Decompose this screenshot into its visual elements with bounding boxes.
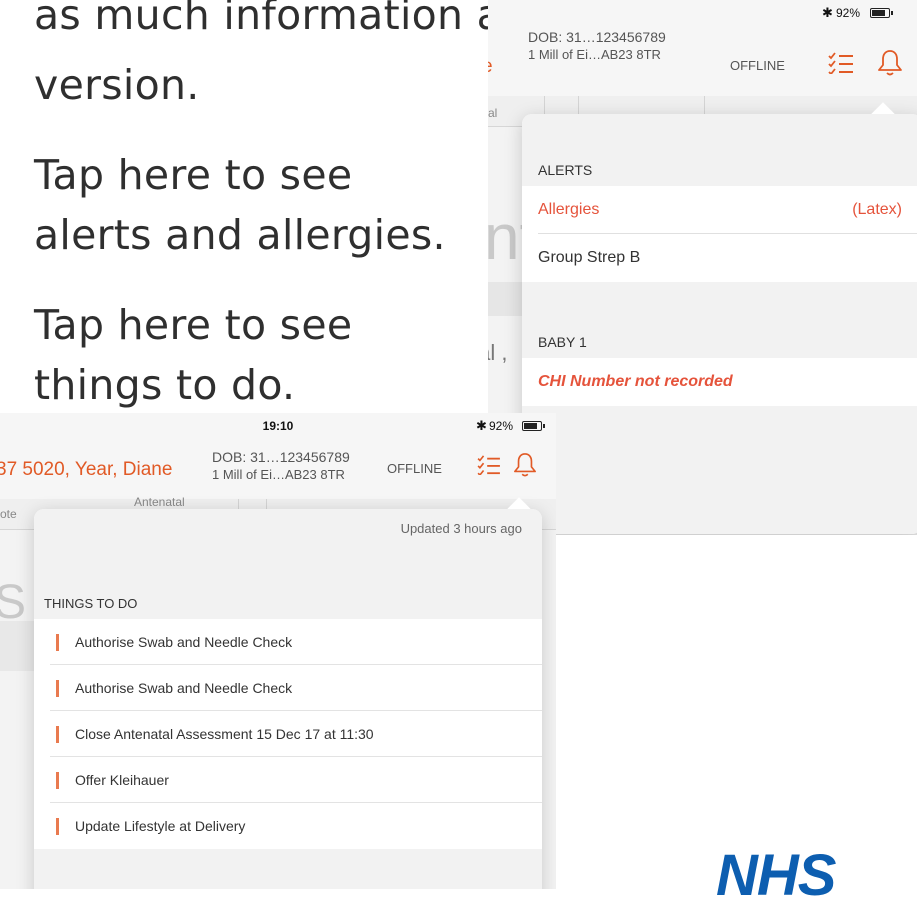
priority-marker [56, 634, 59, 651]
tab-fragment: al [488, 106, 498, 120]
status-bar: 19:10 ✱ 92% [0, 413, 556, 437]
todo-item-label: Authorise Swab and Needle Check [75, 634, 293, 650]
battery-percent: 92% [489, 419, 514, 433]
bell-icon[interactable] [513, 452, 537, 483]
offline-status: OFFLINE [730, 58, 785, 73]
allergies-value: (Latex) [852, 201, 902, 218]
allergies-label: Allergies [538, 201, 600, 218]
patient-header: 37 5020, Year, Diane DOB: 31…123456789 1… [0, 437, 556, 500]
todo-item[interactable]: Update Lifestyle at Delivery [34, 803, 542, 849]
patient-dob: DOB: 31…123456789 [528, 29, 666, 45]
intro-line-2: version. [34, 61, 200, 109]
todo-item[interactable]: Offer Kleihauer [34, 757, 542, 803]
status-time: 19:10 [262, 419, 294, 433]
priority-marker [56, 680, 59, 697]
intro-line-4: alerts and allergies. [34, 211, 446, 259]
todo-item-label: Offer Kleihauer [75, 772, 169, 788]
group-strep-label: Group Strep B [538, 249, 641, 266]
offline-status: OFFLINE [387, 461, 442, 476]
things-to-do-header: THINGS TO DO [34, 589, 542, 619]
battery-icon [870, 8, 893, 18]
group-strep-row[interactable]: Group Strep B [522, 234, 917, 282]
bell-icon[interactable] [877, 49, 903, 82]
alerts-popover: ALERTS Allergies (Latex) Group Strep B B… [522, 102, 917, 534]
patient-details: DOB: 31…123456789 1 Mill of Ei…AB23 8TR [212, 448, 350, 484]
things-to-do-popover: Updated 3 hours ago THINGS TO DO Authori… [34, 497, 542, 889]
todo-item[interactable]: Authorise Swab and Needle Check [34, 665, 542, 711]
todo-item[interactable]: Close Antenatal Assessment 15 Dec 17 at … [34, 711, 542, 757]
updated-timestamp: Updated 3 hours ago [400, 521, 522, 536]
priority-marker [56, 772, 59, 789]
allergies-row[interactable]: Allergies (Latex) [522, 186, 917, 234]
patient-name[interactable]: 37 5020, Year, Diane [0, 459, 172, 481]
todo-item[interactable]: Authorise Swab and Needle Check [34, 619, 542, 665]
todo-item-label: Update Lifestyle at Delivery [75, 818, 246, 834]
intro-line-6: things to do. [34, 361, 296, 409]
checklist-icon[interactable] [828, 52, 854, 79]
patient-name[interactable]: e [488, 56, 493, 78]
baby-section-header: BABY 1 [522, 282, 917, 358]
bluetooth-icon: ✱ [476, 418, 487, 433]
priority-marker [56, 818, 59, 835]
battery-icon [522, 421, 545, 431]
tab-fragment-left: ote [0, 507, 17, 521]
nhs-logo: NHS [716, 843, 836, 908]
patient-dob: DOB: 31…123456789 [212, 449, 350, 465]
bluetooth-icon: ✱ [822, 5, 833, 20]
patient-address: 1 Mill of Ei…AB23 8TR [528, 47, 661, 62]
tab-fragment: Antenatal [134, 495, 185, 509]
alerts-section-header: ALERTS [522, 154, 917, 186]
intro-line-5: Tap here to see [34, 301, 353, 349]
chi-warning-label: CHI Number not recorded [538, 373, 733, 390]
things-to-do-screenshot: 19:10 ✱ 92% 37 5020, Year, Diane DOB: 31… [0, 413, 556, 889]
checklist-icon[interactable] [477, 455, 501, 480]
background-row-fragment: tal , [488, 340, 508, 365]
chi-warning-row[interactable]: CHI Number not recorded [522, 358, 917, 406]
battery-percent: 92% [836, 6, 861, 20]
todo-item-label: Close Antenatal Assessment 15 Dec 17 at … [75, 726, 374, 742]
status-bar: ✱ 92% [488, 0, 917, 24]
priority-marker [56, 726, 59, 743]
patient-address: 1 Mill of Ei…AB23 8TR [212, 467, 345, 482]
intro-line-3: Tap here to see [34, 151, 353, 199]
patient-details: DOB: 31…123456789 1 Mill of Ei…AB23 8TR [528, 28, 666, 64]
patient-header: e DOB: 31…123456789 1 Mill of Ei…AB23 8T… [488, 24, 917, 97]
todo-item-label: Authorise Swab and Needle Check [75, 680, 293, 696]
